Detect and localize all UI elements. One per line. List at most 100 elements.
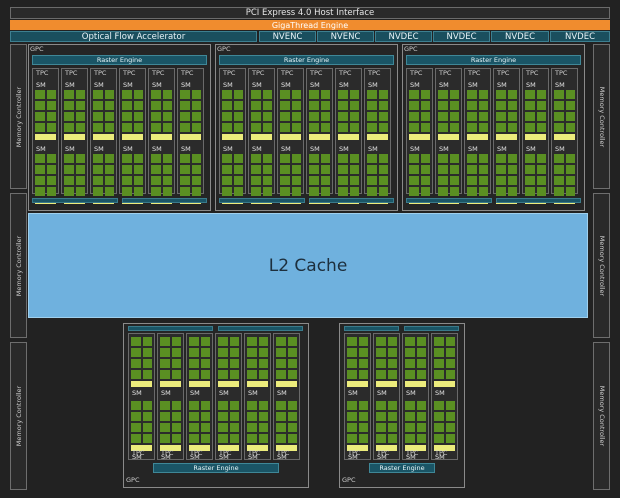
nvdec-unit: NVDEC <box>550 31 610 42</box>
tpc-label: TPC <box>435 449 448 457</box>
tpc-label: TPC <box>223 69 236 77</box>
cuda-core-block <box>287 423 297 432</box>
cuda-core-block <box>405 423 415 432</box>
cuda-core-block <box>276 412 286 421</box>
cuda-core-block <box>233 165 243 174</box>
cuda-core-block <box>142 370 152 379</box>
cuda-core-block <box>180 187 190 196</box>
cuda-core-block <box>247 401 257 410</box>
polymorph-engine-strip <box>219 198 305 203</box>
cuda-core-block <box>262 165 272 174</box>
cache-block <box>434 381 455 387</box>
sm-label: SM <box>190 389 200 397</box>
cuda-core-block <box>525 123 535 132</box>
cuda-core-block <box>478 123 488 132</box>
cache-block <box>496 134 517 140</box>
cuda-core-block <box>378 154 388 163</box>
cuda-core-block <box>262 123 272 132</box>
cuda-core-block <box>554 101 564 110</box>
tpc-label: TPC <box>152 69 165 77</box>
tpc-label: TPC <box>339 69 352 77</box>
cuda-core-block <box>405 412 415 421</box>
cache-block <box>309 134 330 140</box>
cuda-core-block <box>358 434 368 443</box>
cuda-core-block <box>151 154 161 163</box>
nvenc-unit: NVENC <box>259 31 316 42</box>
cuda-core-block <box>338 123 348 132</box>
cuda-core-block <box>291 112 301 121</box>
cuda-core-block <box>151 101 161 110</box>
memory-controller: Memory Controller <box>593 193 610 338</box>
cuda-core-block <box>416 401 426 410</box>
cuda-core-block <box>104 123 114 132</box>
cuda-core-block <box>536 165 546 174</box>
sm-label: SM <box>406 389 416 397</box>
cuda-core-block <box>496 112 506 121</box>
cache-block <box>122 134 143 140</box>
cuda-core-block <box>171 412 181 421</box>
cuda-core-block <box>160 337 170 346</box>
cuda-core-block <box>258 401 268 410</box>
cuda-core-block <box>434 423 444 432</box>
cuda-core-block <box>46 123 56 132</box>
cuda-core-block <box>387 337 397 346</box>
cache-block <box>93 134 114 140</box>
cuda-core-block <box>218 434 228 443</box>
cuda-core-block <box>320 165 330 174</box>
cuda-core-block <box>338 154 348 163</box>
cuda-core-block <box>233 101 243 110</box>
cuda-core-block <box>378 112 388 121</box>
cuda-core-block <box>349 90 359 99</box>
sm-label: SM <box>65 81 75 89</box>
cuda-core-block <box>191 176 201 185</box>
cuda-core-block <box>358 359 368 368</box>
tpc-label: TPC <box>281 69 294 77</box>
cuda-core-block <box>222 165 232 174</box>
cuda-core-block <box>218 348 228 357</box>
cuda-core-block <box>93 112 103 121</box>
nvdec-unit: NVDEC <box>433 31 490 42</box>
cuda-core-block <box>162 187 172 196</box>
cuda-core-block <box>276 434 286 443</box>
cuda-core-block <box>449 101 459 110</box>
tpc-label: TPC <box>219 449 232 457</box>
cuda-core-block <box>247 423 257 432</box>
cuda-core-block <box>191 165 201 174</box>
cuda-core-block <box>387 434 397 443</box>
cuda-core-block <box>507 176 517 185</box>
cache-block <box>64 134 85 140</box>
cuda-core-block <box>75 123 85 132</box>
sm-label: SM <box>368 145 378 153</box>
cuda-core-block <box>122 123 132 132</box>
sm-label: SM <box>123 145 133 153</box>
cuda-core-block <box>338 90 348 99</box>
cuda-core-block <box>258 412 268 421</box>
cuda-core-block <box>280 101 290 110</box>
cuda-core-block <box>35 112 45 121</box>
cuda-core-block <box>280 176 290 185</box>
cuda-core-block <box>46 101 56 110</box>
sm-label: SM <box>248 389 258 397</box>
cuda-core-block <box>378 101 388 110</box>
cuda-core-block <box>434 412 444 421</box>
cuda-core-block <box>280 187 290 196</box>
sm-label: SM <box>410 81 420 89</box>
sm-label: SM <box>435 389 445 397</box>
cuda-core-block <box>262 154 272 163</box>
cache-block <box>438 134 459 140</box>
cuda-core-block <box>496 154 506 163</box>
cuda-core-block <box>75 154 85 163</box>
cuda-core-block <box>416 337 426 346</box>
cuda-core-block <box>291 176 301 185</box>
cuda-core-block <box>133 112 143 121</box>
cuda-core-block <box>291 187 301 196</box>
cuda-core-block <box>75 176 85 185</box>
cuda-core-block <box>233 176 243 185</box>
cuda-core-block <box>200 348 210 357</box>
cuda-core-block <box>438 176 448 185</box>
gpc-label: GPC <box>126 476 140 484</box>
cuda-core-block <box>200 434 210 443</box>
cuda-core-block <box>262 90 272 99</box>
cuda-core-block <box>280 112 290 121</box>
l2-cache: L2 Cache <box>28 213 588 318</box>
